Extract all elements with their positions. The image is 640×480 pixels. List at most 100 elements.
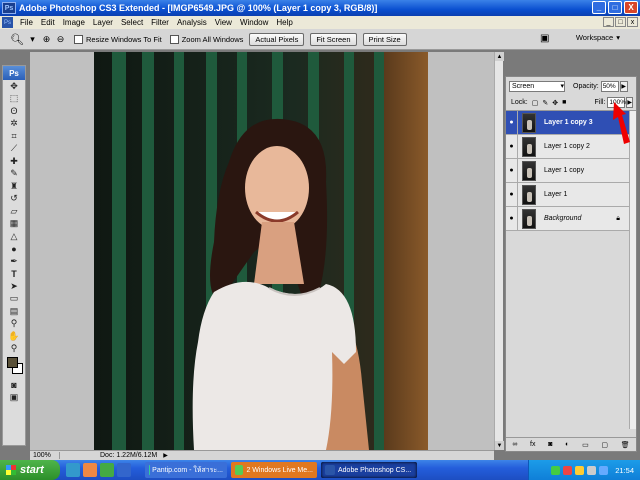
visibility-eye-icon[interactable]: ● [506, 206, 518, 231]
taskbar-item[interactable]: Pantip.com - ให้สาระ... [145, 462, 227, 478]
taskbar-item-active[interactable]: Adobe Photoshop CS... [321, 462, 417, 478]
clock[interactable]: 21:54 [615, 466, 634, 475]
visibility-eye-icon[interactable]: ● [506, 110, 518, 135]
healing-tool-icon[interactable]: ✚ [3, 155, 25, 168]
menu-layer[interactable]: Layer [89, 18, 117, 27]
browser-icon[interactable] [66, 463, 80, 477]
resize-windows-checkbox[interactable]: Resize Windows To Fit [74, 34, 162, 44]
photoshop-launch-icon[interactable] [117, 463, 131, 477]
scroll-down-icon[interactable]: ▼ [495, 441, 504, 450]
dodge-tool-icon[interactable]: ● [3, 243, 25, 256]
opacity-field[interactable]: 50% [600, 80, 619, 92]
toolbox: Ps ✥ ⬚ ʘ ✲ ⌗ ⟋ ✚ ✎ ♜ ↺ ▱ ▦ △ ● ✒ T ➤ ▭ ▤… [2, 65, 26, 446]
zoom-all-windows-checkbox[interactable]: Zoom All Windows [169, 34, 243, 44]
delete-layer-icon[interactable]: 🗑︎ [621, 441, 630, 449]
print-size-button[interactable]: Print Size [362, 32, 407, 46]
blend-mode-select[interactable]: Screen ▾ [509, 80, 565, 92]
menu-view[interactable]: View [211, 18, 236, 27]
status-menu-arrow-icon[interactable]: ▶ [163, 452, 168, 459]
brush-tool-icon[interactable]: ✎ [3, 168, 25, 181]
document-image[interactable] [94, 52, 428, 450]
adjustment-layer-icon[interactable]: ◐ [565, 441, 569, 448]
lock-pixels-icon[interactable]: ✎ [542, 99, 548, 107]
visibility-eye-icon[interactable]: ● [506, 158, 518, 183]
messenger-icon[interactable] [100, 463, 114, 477]
visibility-eye-icon[interactable]: ● [506, 134, 518, 159]
start-button[interactable]: start [0, 460, 60, 480]
quick-mask-icon[interactable]: ◙ [3, 379, 25, 392]
menu-analysis[interactable]: Analysis [173, 18, 211, 27]
network-icon[interactable] [599, 465, 609, 475]
path-select-tool-icon[interactable]: ➤ [3, 280, 25, 293]
magic-wand-tool-icon[interactable]: ✲ [3, 118, 25, 131]
hand-tool-icon[interactable]: ✋ [3, 330, 25, 343]
tray-icon[interactable] [551, 465, 561, 475]
menu-file[interactable]: File [16, 18, 37, 27]
opacity-slider-button[interactable]: ▶ [619, 80, 628, 92]
menu-image[interactable]: Image [59, 18, 89, 27]
layer-style-icon[interactable]: fx [530, 441, 535, 448]
marquee-tool-icon[interactable]: ⬚ [3, 93, 25, 106]
layers-scrollbar[interactable] [629, 111, 636, 429]
close-button[interactable]: X [624, 1, 638, 14]
blur-tool-icon[interactable]: △ [3, 230, 25, 243]
gradient-tool-icon[interactable]: ▦ [3, 218, 25, 231]
eyedropper-tool-icon[interactable]: ⚲ [3, 318, 25, 331]
layer-row[interactable]: ● Background 🔒︎ [506, 206, 636, 231]
tray-icon[interactable] [563, 465, 573, 475]
maximize-button[interactable]: □ [608, 1, 622, 14]
doc-minimize-button[interactable]: _ [603, 17, 614, 27]
new-group-icon[interactable]: ▭ [582, 441, 589, 449]
zoom-level-field[interactable]: 100% [30, 452, 60, 459]
color-swatches[interactable] [3, 355, 25, 379]
crop-tool-icon[interactable]: ⌗ [3, 130, 25, 143]
type-tool-icon[interactable]: T [3, 268, 25, 281]
menu-select[interactable]: Select [117, 18, 147, 27]
workspace-label: Workspace [575, 33, 614, 42]
slice-tool-icon[interactable]: ⟋ [3, 143, 25, 156]
menu-window[interactable]: Window [236, 18, 272, 27]
lasso-tool-icon[interactable]: ʘ [3, 105, 25, 118]
layer-row[interactable]: ● Layer 1 [506, 182, 636, 207]
lock-transparency-icon[interactable]: ▢ [532, 99, 539, 107]
canvas-area[interactable] [30, 52, 494, 450]
move-tool-icon[interactable]: ✥ [3, 80, 25, 93]
menu-filter[interactable]: Filter [147, 18, 173, 27]
pen-tool-icon[interactable]: ✒ [3, 255, 25, 268]
zoom-in-icon[interactable]: ⊕ [41, 34, 52, 45]
screen-mode-icon[interactable]: ▣ [3, 392, 25, 405]
actual-pixels-button[interactable]: Actual Pixels [249, 32, 305, 46]
taskbar-item[interactable]: 2 Windows Live Me... [231, 462, 317, 478]
new-layer-icon[interactable]: ▢ [601, 441, 608, 449]
lock-all-icon[interactable]: ■ [562, 99, 566, 107]
history-brush-tool-icon[interactable]: ↺ [3, 193, 25, 206]
minimize-button[interactable]: _ [592, 1, 606, 14]
foreground-color-swatch[interactable] [7, 357, 18, 368]
workspace-icon[interactable]: ▣ [540, 33, 554, 45]
menu-help[interactable]: Help [272, 18, 296, 27]
chevron-down-icon[interactable]: ▾ [27, 34, 38, 45]
zoom-tool-icon[interactable]: ⚲ [3, 343, 25, 356]
stamp-tool-icon[interactable]: ♜ [3, 180, 25, 193]
tray-icon[interactable] [575, 465, 585, 475]
layer-mask-icon[interactable]: ◙ [548, 441, 552, 448]
notes-tool-icon[interactable]: ▤ [3, 305, 25, 318]
volume-icon[interactable] [587, 465, 597, 475]
workspace-menu[interactable]: Workspace ▾ [576, 33, 620, 42]
doc-restore-button[interactable]: □ [615, 17, 626, 27]
visibility-eye-icon[interactable]: ● [506, 182, 518, 207]
eraser-tool-icon[interactable]: ▱ [3, 205, 25, 218]
zoom-out-icon[interactable]: ⊖ [55, 34, 66, 45]
shape-tool-icon[interactable]: ▭ [3, 293, 25, 306]
link-layers-icon[interactable]: ∞ [512, 441, 517, 448]
document-icon[interactable]: Ps [2, 17, 13, 28]
doc-close-button[interactable]: x [627, 17, 638, 27]
media-icon[interactable] [83, 463, 97, 477]
menu-edit[interactable]: Edit [37, 18, 59, 27]
canvas-vertical-scrollbar[interactable]: ▲ ▼ [494, 52, 504, 450]
lock-position-icon[interactable]: ✥ [552, 99, 558, 107]
scroll-up-icon[interactable]: ▲ [495, 52, 504, 61]
fit-screen-button[interactable]: Fit Screen [310, 32, 357, 46]
zoom-icon[interactable]: 🔍︎ [10, 32, 24, 46]
layer-row[interactable]: ● Layer 1 copy [506, 158, 636, 183]
